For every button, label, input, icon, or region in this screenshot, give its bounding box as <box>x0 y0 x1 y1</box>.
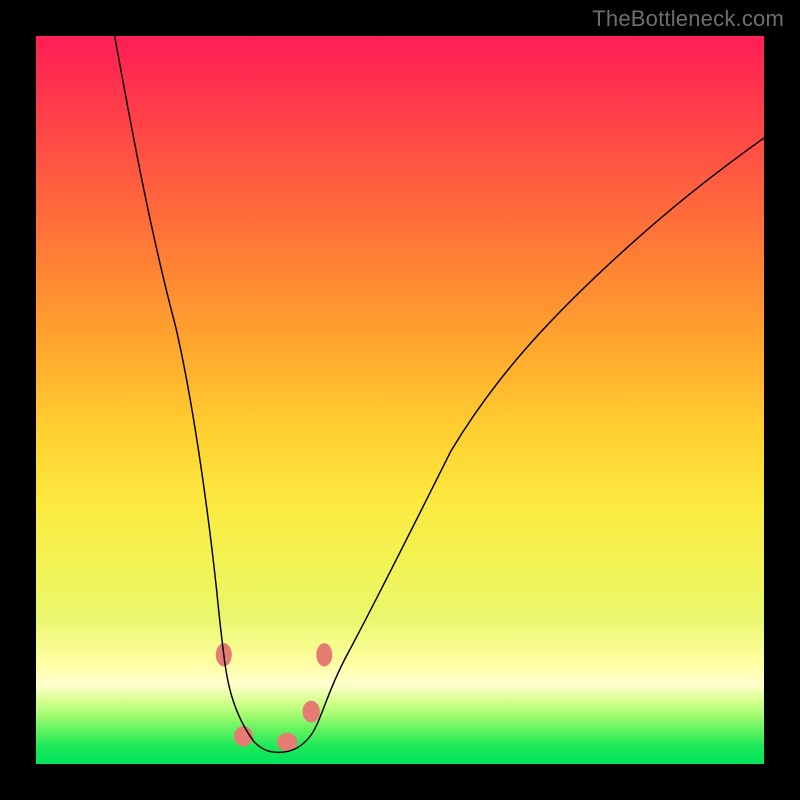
marker-icon <box>302 701 319 723</box>
marker-icon <box>316 643 332 666</box>
bottleneck-curve <box>36 36 764 764</box>
curve-left-branch <box>115 36 280 752</box>
valley-markers <box>216 643 332 751</box>
plot-area <box>36 36 764 764</box>
chart-stage: TheBottleneck.com <box>0 0 800 800</box>
curve-right-branch <box>279 138 764 752</box>
watermark-label: TheBottleneck.com <box>592 6 784 32</box>
